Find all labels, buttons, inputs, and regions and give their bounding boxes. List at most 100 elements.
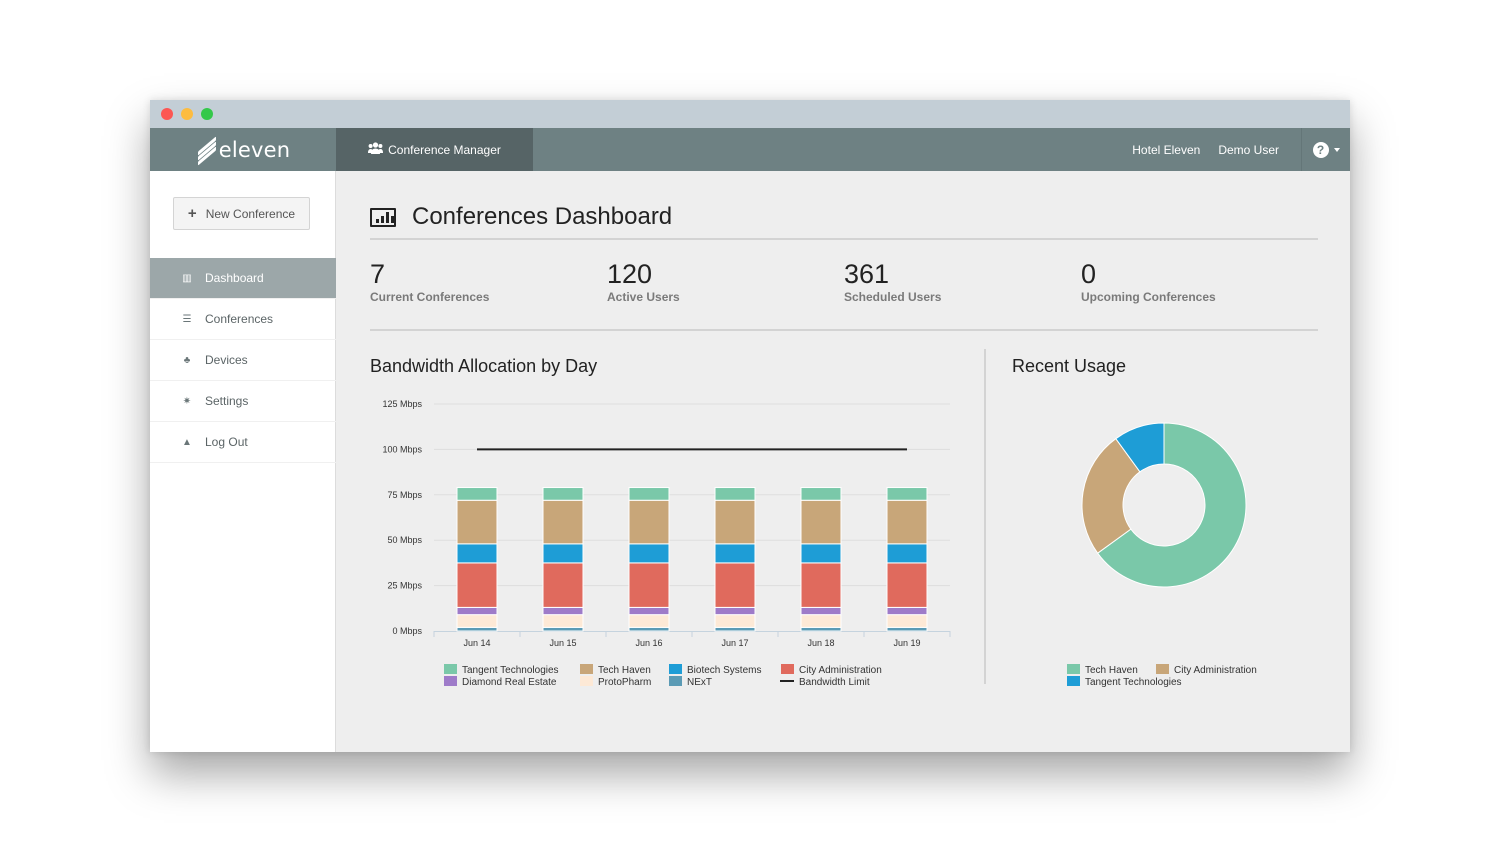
divider: [370, 238, 1318, 240]
new-conference-button[interactable]: + New Conference: [173, 197, 310, 230]
sidebar-item-label: Devices: [205, 353, 248, 367]
stat-value: 0: [1081, 259, 1097, 289]
stat-value: 7: [370, 259, 386, 289]
bar-segment: [628, 626, 670, 632]
stat-value: 361: [844, 259, 890, 289]
y-tick-label: 50 Mbps: [387, 535, 422, 545]
y-tick-label: 125 Mbps: [382, 399, 422, 409]
y-tick-label: 75 Mbps: [387, 490, 422, 500]
maximize-window-button[interactable]: [201, 108, 213, 120]
legend-swatch: [669, 676, 682, 686]
recent-usage-donut-chart: Tech Haven City AdministrationTangent Tec…: [1067, 422, 1257, 688]
bar-segment: [800, 487, 842, 501]
legend-swatch: [580, 676, 593, 686]
bar-segment: [800, 626, 842, 632]
bar-segment: [456, 487, 498, 501]
legend-swatch: [444, 676, 457, 686]
sidebar: + New Conference ▥ Dashboard ☰ Conferenc…: [150, 171, 336, 752]
sidebar-item-settings[interactable]: ✷ Settings: [150, 381, 336, 422]
bar-segment: [886, 562, 928, 608]
bar-segment: [456, 614, 498, 628]
legend-swatch: [781, 664, 794, 674]
tab-label: Conference Manager: [388, 142, 501, 157]
bar-chart-icon: ▥: [182, 272, 192, 284]
sidebar-item-log-out[interactable]: ▲ Log Out: [150, 422, 336, 463]
brand-logo[interactable]: eleven: [150, 128, 336, 171]
bar-segment: [800, 499, 842, 545]
bar-segment: [628, 499, 670, 545]
close-window-button[interactable]: [161, 108, 173, 120]
sitemap-icon: ♣: [183, 354, 191, 366]
x-tick-label: Jun 15: [549, 638, 576, 648]
legend-swatch: [1156, 664, 1169, 674]
bar-segment: [886, 614, 928, 628]
sidebar-item-devices[interactable]: ♣ Devices: [150, 340, 336, 381]
bar-segment: [628, 487, 670, 501]
bar-segment: [542, 606, 584, 616]
user-menu-link[interactable]: Demo User: [1218, 143, 1279, 157]
bar-segment: [456, 626, 498, 632]
app-window: eleven Conference Manager Hotel Eleven D…: [150, 100, 1350, 752]
legend-label: Tangent Technologies: [462, 665, 559, 676]
bar-segment: [886, 543, 928, 564]
list-icon: ☰: [182, 313, 192, 325]
plus-icon: +: [187, 205, 197, 222]
brand-name: eleven: [218, 137, 291, 162]
divider: [370, 329, 1318, 331]
bar-chart-title: Bandwidth Allocation by Day: [370, 356, 598, 376]
bar-segment: [886, 626, 928, 632]
bar-segment: [800, 606, 842, 616]
y-tick-label: 0 Mbps: [392, 626, 422, 636]
legend-swatch: [669, 664, 682, 674]
page-title: Conferences Dashboard: [370, 203, 672, 231]
legend-label: City Administration: [799, 665, 882, 676]
sidebar-item-dashboard[interactable]: ▥ Dashboard: [150, 258, 336, 299]
legend-label: NExT: [687, 677, 712, 688]
bar-segment: [800, 543, 842, 564]
bar-segment: [800, 614, 842, 628]
main-content: Conferences Dashboard 7 Current Conferen…: [336, 171, 1350, 752]
stat-upcoming-conferences: 0 Upcoming Conferences: [1081, 259, 1318, 304]
sidebar-menu: ▥ Dashboard ☰ Conferences ♣ Devices ✷ Se…: [150, 258, 336, 463]
sidebar-item-label: Settings: [205, 394, 249, 408]
legend-label: City Administration: [1174, 665, 1257, 676]
hotel-link[interactable]: Hotel Eleven: [1132, 143, 1200, 157]
legend-label: Tech Haven: [1085, 665, 1138, 676]
stat-current-conferences: 7 Current Conferences: [370, 259, 607, 304]
help-dropdown[interactable]: ?: [1302, 128, 1350, 171]
sidebar-item-conferences[interactable]: ☰ Conferences: [150, 299, 336, 340]
new-conference-label: New Conference: [205, 206, 296, 221]
bar-segment: [886, 487, 928, 501]
bar-segment: [542, 614, 584, 628]
bar-segment: [456, 543, 498, 564]
stat-label: Upcoming Conferences: [1081, 290, 1216, 304]
bar-segment: [542, 626, 584, 632]
legend-label: Tangent Technologies: [1085, 677, 1182, 688]
tab-conference-manager[interactable]: Conference Manager: [336, 128, 533, 171]
bar-segment: [886, 606, 928, 616]
eleven-logo-icon: [196, 135, 216, 166]
stat-value: 120: [607, 259, 653, 289]
legend-label: Diamond Real Estate: [462, 677, 557, 688]
bar-segment: [542, 543, 584, 564]
bar-segment: [800, 562, 842, 608]
x-tick-label: Jun 14: [463, 638, 490, 648]
minimize-window-button[interactable]: [181, 108, 193, 120]
bar-segment: [542, 562, 584, 608]
bar-segment: [456, 562, 498, 608]
caret-down-icon: [1333, 147, 1340, 152]
legend-label: Bandwidth Limit: [799, 677, 870, 688]
bar-segment: [714, 499, 756, 545]
bar-segment: [886, 499, 928, 545]
question-circle-icon: ?: [1312, 141, 1329, 158]
stat-label: Active Users: [607, 290, 680, 304]
bandwidth-bar-chart: 0 Mbps 25 Mbps 50 Mbps 75 Mbps 100 Mbps 125 M…: [382, 399, 951, 688]
legend-swatch: [580, 664, 593, 674]
gear-icon: ✷: [182, 395, 192, 407]
legend-label: Biotech Systems: [687, 665, 761, 676]
y-tick-label: 25 Mbps: [387, 581, 422, 591]
users-icon: [368, 142, 384, 157]
legend-swatch: [444, 664, 457, 674]
sidebar-item-label: Dashboard: [205, 271, 264, 285]
pie-chart-title: Recent Usage: [1012, 356, 1127, 376]
